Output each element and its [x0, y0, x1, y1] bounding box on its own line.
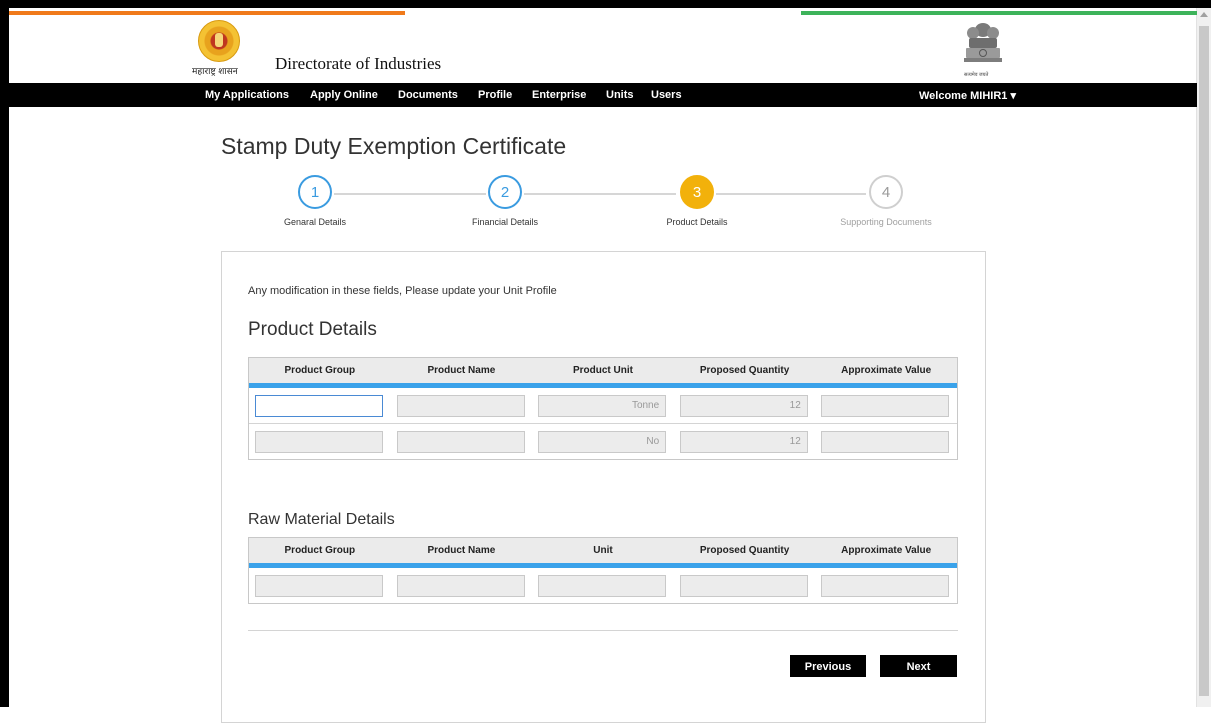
column-header: Proposed Quantity	[699, 545, 790, 556]
nav-enterprise[interactable]: Enterprise	[532, 89, 586, 101]
raw-approximate-value-input[interactable]	[821, 574, 950, 597]
table-header: Product Group Product Name Product Unit …	[249, 358, 957, 388]
raw-unit-input[interactable]	[538, 574, 667, 597]
wizard-step-4-label: Supporting Documents	[840, 217, 932, 227]
profile-update-note: Any modification in these fields, Please…	[248, 285, 557, 297]
form-panel: Any modification in these fields, Please…	[221, 251, 986, 723]
site-title[interactable]: Directorate of Industries	[275, 54, 441, 74]
window-left-border	[0, 0, 9, 707]
product-details-table: Product Group Product Name Product Unit …	[248, 357, 958, 460]
maharashtra-seal-icon	[198, 20, 240, 62]
wizard-step-2[interactable]: 2	[488, 175, 522, 209]
column-header: Product Name	[427, 365, 496, 376]
product-group-input[interactable]	[255, 394, 383, 417]
table-row	[249, 423, 957, 459]
column-header: Approximate Value	[841, 545, 932, 556]
wizard-connector	[524, 193, 676, 195]
window-top-border	[0, 0, 1211, 8]
tricolor-green	[801, 11, 1197, 15]
table-header: Product Group Product Name Unit Proposed…	[249, 538, 957, 568]
nav-my-applications[interactable]: My Applications	[205, 89, 289, 101]
column-header: Product Name	[427, 545, 496, 556]
proposed-quantity-input[interactable]	[679, 430, 808, 453]
emblem-caption: सत्यमेव जयते	[964, 72, 989, 78]
nav-units[interactable]: Units	[606, 89, 634, 101]
vertical-scrollbar[interactable]	[1196, 8, 1211, 707]
product-unit-input[interactable]	[538, 430, 667, 453]
table-row	[249, 568, 957, 603]
state-caption: महाराष्ट्र शासन	[192, 66, 238, 76]
column-header: Product Group	[284, 545, 356, 556]
product-unit-input[interactable]	[538, 394, 667, 417]
wizard-step-3[interactable]: 3	[680, 175, 714, 209]
product-name-input[interactable]	[396, 394, 525, 417]
form-divider	[248, 630, 958, 631]
column-header: Approximate Value	[841, 365, 932, 376]
wizard-step-1[interactable]: 1	[298, 175, 332, 209]
wizard-step-3-label: Product Details	[666, 217, 728, 227]
raw-product-name-input[interactable]	[396, 574, 525, 597]
tricolor-white	[405, 11, 801, 15]
proposed-quantity-input[interactable]	[679, 394, 808, 417]
column-header: Proposed Quantity	[699, 365, 790, 376]
column-header: Product Group	[284, 365, 356, 376]
nav-apply-online[interactable]: Apply Online	[310, 89, 378, 101]
tricolor-saffron	[9, 11, 405, 15]
next-button[interactable]: Next	[880, 655, 957, 677]
raw-product-group-input[interactable]	[255, 574, 383, 597]
wizard-step-1-label: Genaral Details	[283, 217, 347, 227]
approximate-value-input[interactable]	[821, 394, 950, 417]
main-navbar: My Applications Apply Online Documents P…	[9, 83, 1197, 107]
wizard-connector	[334, 193, 486, 195]
progress-wizard: 1 2 3 4 Genaral Details Financial Detail…	[221, 172, 981, 232]
raw-proposed-quantity-input[interactable]	[679, 574, 808, 597]
table-row	[249, 388, 957, 423]
nav-users[interactable]: Users	[651, 89, 682, 101]
nav-documents[interactable]: Documents	[398, 89, 458, 101]
nav-profile[interactable]: Profile	[478, 89, 512, 101]
raw-material-details-title: Raw Material Details	[248, 511, 395, 528]
approximate-value-input[interactable]	[821, 430, 950, 453]
product-group-input[interactable]	[255, 430, 383, 453]
wizard-step-2-label: Financial Details	[471, 217, 539, 227]
scroll-up-arrow-icon[interactable]	[1200, 12, 1208, 17]
column-header: Product Unit	[572, 365, 633, 376]
previous-button[interactable]: Previous	[790, 655, 866, 677]
page-title: Stamp Duty Exemption Certificate	[221, 133, 567, 159]
column-header: Unit	[593, 545, 613, 556]
wizard-connector	[716, 193, 866, 195]
tricolor-strip	[9, 11, 1197, 15]
product-name-input[interactable]	[396, 430, 525, 453]
product-details-title: Product Details	[248, 319, 377, 340]
raw-material-table: Product Group Product Name Unit Proposed…	[248, 537, 958, 604]
national-emblem-icon	[964, 23, 1002, 62]
scrollbar-thumb[interactable]	[1199, 26, 1209, 696]
welcome-user-menu[interactable]: Welcome MIHIR1 ▾	[919, 89, 1016, 102]
wizard-step-4: 4	[869, 175, 903, 209]
